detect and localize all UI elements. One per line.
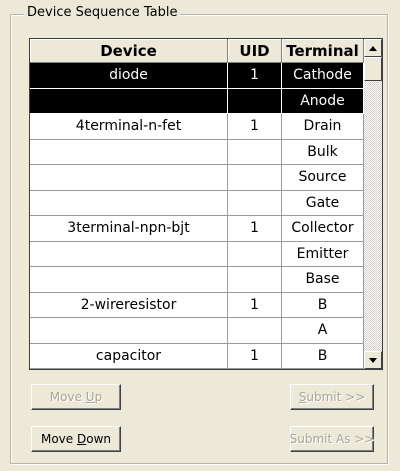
button-label: Submit As >> xyxy=(289,432,375,446)
vertical-scrollbar[interactable] xyxy=(364,39,382,369)
table-row[interactable]: 4terminal-n-fet 1 Drain xyxy=(30,114,364,140)
groupbox-title: Device Sequence Table xyxy=(24,5,181,21)
table-row[interactable]: Gate xyxy=(30,190,364,216)
cell-terminal: Drain xyxy=(282,114,364,140)
cell-device xyxy=(30,190,228,216)
cell-uid xyxy=(228,241,282,267)
cell-terminal: Emitter xyxy=(282,241,364,267)
submit-button[interactable]: Submit >> xyxy=(290,384,374,410)
cell-terminal: Bulk xyxy=(282,139,364,165)
cell-device: 4terminal-n-fet xyxy=(30,114,228,140)
cell-terminal: Collector xyxy=(282,216,364,242)
move-down-button[interactable]: Move Down xyxy=(31,426,121,452)
cell-uid: 1 xyxy=(228,114,282,140)
cell-uid: 1 xyxy=(228,216,282,242)
cell-uid: 1 xyxy=(228,63,282,89)
column-header-terminal[interactable]: Terminal xyxy=(282,39,364,63)
cell-terminal: Cathode xyxy=(282,63,364,89)
cell-uid: 1 xyxy=(228,343,282,369)
table-row[interactable]: A xyxy=(30,318,364,344)
table-row[interactable]: Anode xyxy=(30,88,364,114)
cell-terminal: Anode xyxy=(282,88,364,114)
triangle-down-icon xyxy=(369,357,377,363)
cell-device xyxy=(30,318,228,344)
cell-uid xyxy=(228,267,282,293)
cell-terminal: A xyxy=(282,318,364,344)
cell-terminal: Base xyxy=(282,267,364,293)
table-body: diode 1 Cathode Anode 4terminal-n-fet 1 Drain B… xyxy=(30,63,364,369)
table-row[interactable]: 2-wireresistor 1 B xyxy=(30,292,364,318)
table-row[interactable]: Source xyxy=(30,165,364,191)
table-row[interactable]: Base xyxy=(30,267,364,293)
cell-terminal: B xyxy=(282,292,364,318)
cell-device xyxy=(30,267,228,293)
triangle-up-icon xyxy=(369,45,377,51)
button-label: Move Up xyxy=(49,390,103,404)
button-label: Submit >> xyxy=(298,390,366,404)
cell-device: capacitor xyxy=(30,343,228,369)
cell-uid xyxy=(228,190,282,216)
cell-device: 2-wireresistor xyxy=(30,292,228,318)
table-row[interactable]: Emitter xyxy=(30,241,364,267)
table-row[interactable]: capacitor 1 B xyxy=(30,343,364,369)
cell-terminal: Source xyxy=(282,165,364,191)
column-header-uid[interactable]: UID xyxy=(228,39,282,63)
table-row[interactable]: diode 1 Cathode xyxy=(30,63,364,89)
submit-as-button[interactable]: Submit As >> xyxy=(290,426,374,452)
cell-uid xyxy=(228,165,282,191)
cell-device: diode xyxy=(30,63,228,89)
column-header-device[interactable]: Device xyxy=(30,39,228,63)
cell-uid: 1 xyxy=(228,292,282,318)
cell-uid xyxy=(228,318,282,344)
cell-device xyxy=(30,241,228,267)
cell-terminal: Gate xyxy=(282,190,364,216)
cell-device xyxy=(30,139,228,165)
scroll-thumb[interactable] xyxy=(364,57,382,81)
button-label: Move Down xyxy=(40,432,111,446)
move-up-button[interactable]: Move Up xyxy=(31,384,121,410)
device-sequence-table[interactable]: Device UID Terminal diode 1 Cathode Anode 4t… xyxy=(29,38,383,370)
scroll-up-button[interactable] xyxy=(364,39,382,57)
table-row[interactable]: 3terminal-npn-bjt 1 Collector xyxy=(30,216,364,242)
cell-uid xyxy=(228,88,282,114)
cell-terminal: B xyxy=(282,343,364,369)
table-header: Device UID Terminal xyxy=(30,39,364,63)
cell-device xyxy=(30,88,228,114)
table-row[interactable]: Bulk xyxy=(30,139,364,165)
scroll-down-button[interactable] xyxy=(364,351,382,369)
cell-uid xyxy=(228,139,282,165)
cell-device xyxy=(30,165,228,191)
cell-device: 3terminal-npn-bjt xyxy=(30,216,228,242)
